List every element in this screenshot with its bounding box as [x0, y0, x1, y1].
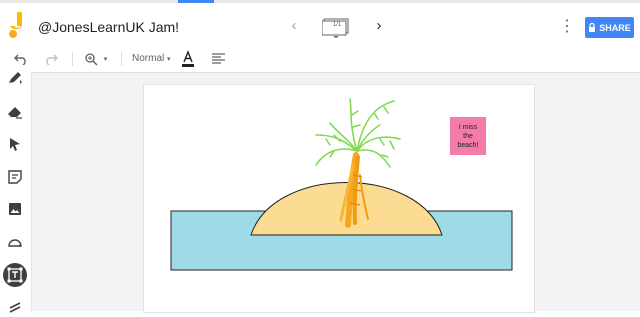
frame-bar-toggle[interactable] — [322, 18, 350, 38]
zoom-button[interactable]: ▾ — [80, 49, 112, 69]
redo-button[interactable] — [42, 49, 60, 69]
sticky-note[interactable]: I miss the beach! — [450, 117, 486, 155]
pen-tool[interactable] — [5, 68, 25, 88]
text-color-icon[interactable] — [181, 50, 195, 68]
frame-indicator: 1/1 — [332, 22, 342, 28]
eraser-tool[interactable] — [5, 102, 25, 122]
tool-rail — [0, 72, 32, 313]
select-tool[interactable] — [5, 134, 25, 154]
zoom-dropdown-icon: ▾ — [103, 56, 108, 63]
sticky-note-tool[interactable] — [5, 167, 25, 187]
laser-tool[interactable] — [5, 297, 25, 317]
pen-icon — [9, 72, 22, 84]
chevron-left-icon: ‹ — [291, 17, 297, 34]
share-label: SHARE — [599, 22, 631, 33]
jam-title[interactable]: @JonesLearnUK Jam! — [38, 19, 179, 35]
previous-frame-button[interactable]: ‹ — [286, 17, 302, 35]
redo-icon — [46, 54, 58, 65]
laser-icon — [9, 302, 21, 313]
text-box-tool[interactable] — [3, 263, 27, 287]
sticky-note-icon — [8, 170, 22, 184]
canvas-area: I miss the beach! — [32, 73, 640, 313]
circle-icon — [8, 239, 22, 247]
font-style-dropdown[interactable]: Normal ▾ — [132, 53, 171, 64]
lock-icon — [589, 23, 596, 32]
undo-button[interactable] — [12, 49, 30, 69]
zoom-icon — [85, 52, 98, 66]
more-options-button[interactable]: ⋮ — [559, 17, 575, 37]
eraser-icon — [8, 107, 22, 119]
jam-frame[interactable]: I miss the beach! — [143, 84, 535, 313]
jamboard-logo-icon[interactable] — [9, 12, 25, 38]
font-style-value: Normal — [132, 53, 165, 64]
undo-icon — [14, 54, 26, 65]
edit-toolbar: ▾ Normal ▾ — [0, 45, 640, 73]
align-button[interactable] — [209, 49, 227, 69]
select-icon — [10, 138, 20, 151]
share-button[interactable]: SHARE — [585, 17, 634, 38]
chevron-right-icon: › — [376, 17, 382, 34]
align-icon — [211, 53, 225, 64]
text-box-icon — [7, 267, 23, 283]
app-header: @JonesLearnUK Jam! ‹ 1/1 › ⋮ SHARE — [0, 3, 640, 45]
toolbar-divider — [72, 52, 73, 66]
image-icon — [9, 203, 21, 215]
more-vert-icon: ⋮ — [559, 18, 575, 35]
toolbar-divider — [121, 52, 122, 66]
dropdown-icon: ▾ — [167, 56, 171, 63]
image-tool[interactable] — [5, 199, 25, 219]
shape-tool[interactable] — [5, 232, 25, 252]
next-frame-button[interactable]: › — [371, 17, 387, 35]
